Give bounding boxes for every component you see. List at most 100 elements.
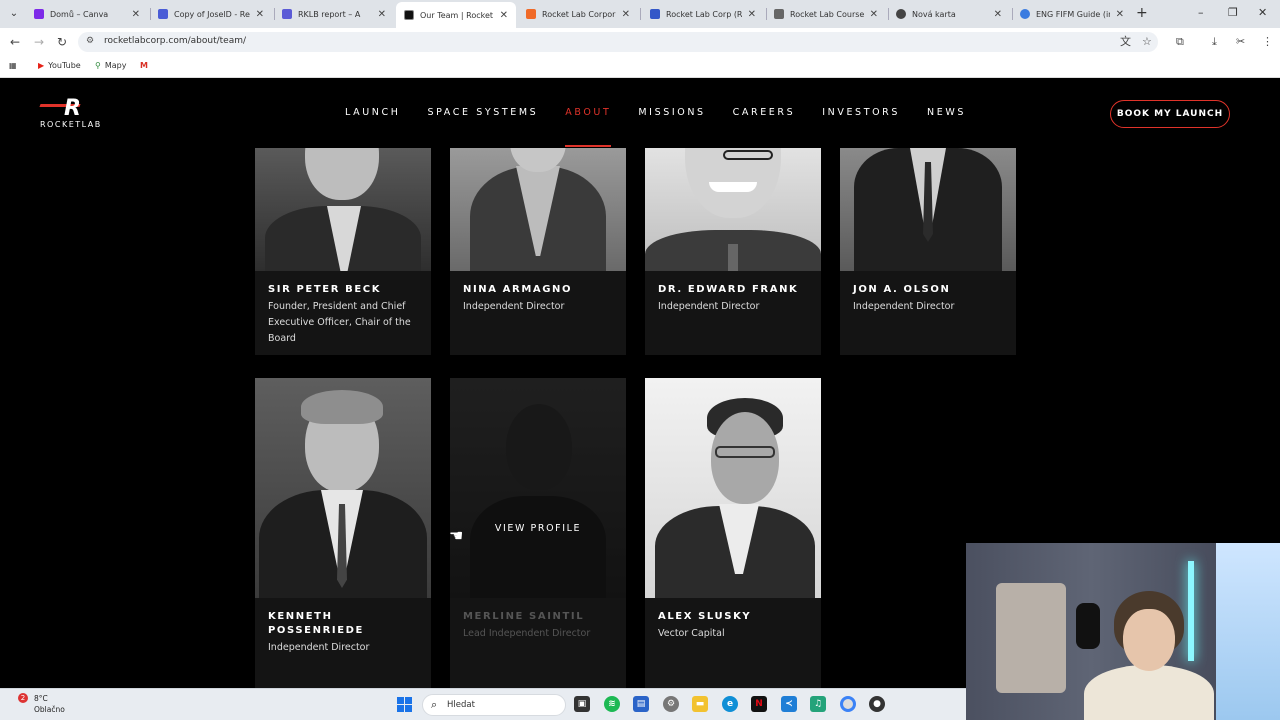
hand-cursor-icon: ☚ xyxy=(449,526,464,545)
bookmark-mapy[interactable]: ⚲ Mapy xyxy=(95,61,126,70)
back-arrow-icon[interactable]: ← xyxy=(8,35,22,49)
bookmark-star-icon[interactable]: ☆ xyxy=(1142,35,1152,49)
reload-icon[interactable]: ↻ xyxy=(55,35,69,49)
view-profile-link[interactable]: VIEW PROFILE xyxy=(450,523,626,534)
netflix-icon[interactable]: N xyxy=(751,696,767,712)
edge-icon[interactable]: e xyxy=(722,696,738,712)
nav-investors[interactable]: INVESTORS xyxy=(822,107,900,118)
search-icon: ⌕ xyxy=(431,698,438,711)
weather-desc: Oblačno xyxy=(34,705,65,714)
tab-eng-fifm-guide[interactable]: ENG FIFM Guide (inte ✕ xyxy=(1012,3,1132,25)
settings-gear-icon[interactable]: ⚙ xyxy=(663,696,679,712)
tab-rklb-report[interactable]: RKLB report – A ✕ xyxy=(274,3,394,25)
vscode-icon[interactable]: ≺ xyxy=(781,696,797,712)
team-member-role: Independent Director xyxy=(268,642,370,653)
url-text[interactable]: rocketlabcorp.com/about/team/ xyxy=(104,36,246,46)
extensions-icon[interactable]: ⧉ xyxy=(1176,35,1184,49)
chart-favicon-icon xyxy=(650,9,660,19)
task-view-icon[interactable]: ▣ xyxy=(574,696,590,712)
book-my-launch-button[interactable]: BOOK MY LAUNCH xyxy=(1110,100,1230,128)
nav-missions[interactable]: MISSIONS xyxy=(638,107,705,118)
nav-launch[interactable]: LAUNCH xyxy=(345,107,400,118)
tab-search-chevron-icon[interactable]: ⌄ xyxy=(6,6,22,22)
nav-careers[interactable]: CAREERS xyxy=(733,107,796,118)
close-window-icon[interactable]: ✕ xyxy=(1258,6,1267,19)
tab-divider xyxy=(640,8,641,20)
nav-about[interactable]: ABOUT xyxy=(565,107,612,147)
bookmark-gmail[interactable]: M xyxy=(140,61,152,70)
team-photo xyxy=(645,148,821,271)
team-member-role: Independent Director xyxy=(463,301,565,312)
audio-app-icon[interactable]: ♫ xyxy=(810,696,826,712)
close-tab-icon[interactable]: ✕ xyxy=(378,9,386,20)
search-placeholder: Hledat xyxy=(447,700,475,710)
bookmark-youtube[interactable]: ▶ YouTube xyxy=(38,61,81,70)
tab-josel[interactable]: Copy of JoselD - Real ✕ xyxy=(150,3,272,25)
rocketlab-favicon-icon xyxy=(404,10,414,20)
docs-favicon-icon xyxy=(158,9,168,19)
tab-rocketlab-course[interactable]: Rocket Lab Course Re ✕ xyxy=(766,3,886,25)
team-card-jon-olson[interactable]: JON A. OLSON Independent Director xyxy=(840,148,1016,355)
spotify-icon[interactable]: ≋ xyxy=(604,696,620,712)
team-photo: VIEW PROFILE xyxy=(450,378,626,598)
tab-rocketlab-corp-rkl[interactable]: Rocket Lab Corp (RKL ✕ xyxy=(642,3,764,25)
apps-grid-icon[interactable]: ▦ xyxy=(9,61,21,70)
close-tab-icon[interactable]: ✕ xyxy=(622,9,630,20)
chrome-icon[interactable] xyxy=(840,696,856,712)
team-member-name: MERLINE SAINTIL xyxy=(463,611,585,622)
close-tab-icon[interactable]: ✕ xyxy=(500,10,508,21)
nav-space-systems[interactable]: SPACE SYSTEMS xyxy=(427,107,538,118)
webcam-overlay xyxy=(966,543,1280,720)
extension-puzzle-icon[interactable]: ✂ xyxy=(1236,35,1245,49)
team-member-name: ALEX SLUSKY xyxy=(658,611,752,622)
close-tab-icon[interactable]: ✕ xyxy=(132,9,140,20)
translate-icon[interactable]: 文 xyxy=(1120,35,1131,49)
team-member-name: NINA ARMAGNO xyxy=(463,284,573,295)
weather-widget[interactable]: 2 8°C Oblačno xyxy=(18,693,65,715)
bed-headboard xyxy=(996,583,1066,693)
led-light xyxy=(1188,561,1194,661)
map-pin-icon: ⚲ xyxy=(95,61,101,70)
taskbar-search[interactable]: ⌕ Hledat xyxy=(422,694,566,716)
gmail-icon: M xyxy=(140,61,148,70)
new-tab-plus-icon[interactable]: + xyxy=(1136,6,1148,20)
forward-arrow-icon[interactable]: → xyxy=(32,35,46,49)
file-explorer-icon[interactable]: ▬ xyxy=(692,696,708,712)
app-icon[interactable]: ● xyxy=(869,696,885,712)
tab-our-team[interactable]: Our Team | Rocket La ✕ xyxy=(396,2,516,28)
youtube-icon: ▶ xyxy=(38,61,45,70)
store-icon[interactable]: ▤ xyxy=(633,696,649,712)
team-card-edward-frank[interactable]: DR. EDWARD FRANK Independent Director xyxy=(645,148,821,355)
team-member-name: JON A. OLSON xyxy=(853,284,951,295)
close-tab-icon[interactable]: ✕ xyxy=(256,9,264,20)
close-tab-icon[interactable]: ✕ xyxy=(748,9,756,20)
more-menu-icon[interactable]: ⋮ xyxy=(1262,35,1273,49)
team-card-merline-saintil[interactable]: VIEW PROFILE MERLINE SAINTIL Lead Indepe… xyxy=(450,378,626,688)
restore-icon[interactable]: ❐ xyxy=(1228,6,1238,19)
nav-news[interactable]: NEWS xyxy=(927,107,966,118)
team-photo xyxy=(450,148,626,271)
chair-headrest xyxy=(1076,603,1100,649)
close-tab-icon[interactable]: ✕ xyxy=(994,9,1002,20)
tab-canva[interactable]: Domů – Canva ✕ xyxy=(26,3,148,25)
weather-temp: 8°C xyxy=(34,694,48,703)
team-card-nina-armagno[interactable]: NINA ARMAGNO Independent Director xyxy=(450,148,626,355)
bookmarks-bar: ▦ ▶ YouTube ⚲ Mapy M xyxy=(0,56,1280,78)
canva-favicon-icon xyxy=(34,9,44,19)
chrome-favicon-icon xyxy=(896,9,906,19)
download-icon[interactable]: ⤓ xyxy=(1212,35,1217,49)
tab-nova-karta[interactable]: Nová karta ✕ xyxy=(888,3,1010,25)
tab-rocketlab-corporation[interactable]: Rocket Lab Corporati ✕ xyxy=(518,3,638,25)
minimize-icon[interactable]: – xyxy=(1198,6,1204,19)
team-photo xyxy=(840,148,1016,271)
address-bar[interactable]: ⚙ rocketlabcorp.com/about/team/ xyxy=(78,32,1158,52)
team-card-peter-beck[interactable]: SIR PETER BECK Founder, President and Ch… xyxy=(255,148,431,355)
team-member-role: Lead Independent Director xyxy=(463,628,591,639)
close-tab-icon[interactable]: ✕ xyxy=(870,9,878,20)
rocketlab-logo[interactable]: R ROCKETLAB xyxy=(39,98,126,132)
windows-start-icon[interactable] xyxy=(397,697,412,712)
team-card-kenneth-possenriede[interactable]: KENNETH POSSENRIEDE Independent Director xyxy=(255,378,431,688)
team-card-alex-slusky[interactable]: ALEX SLUSKY Vector Capital xyxy=(645,378,821,688)
close-tab-icon[interactable]: ✕ xyxy=(1116,9,1124,20)
site-info-icon[interactable]: ⚙ xyxy=(86,36,94,46)
